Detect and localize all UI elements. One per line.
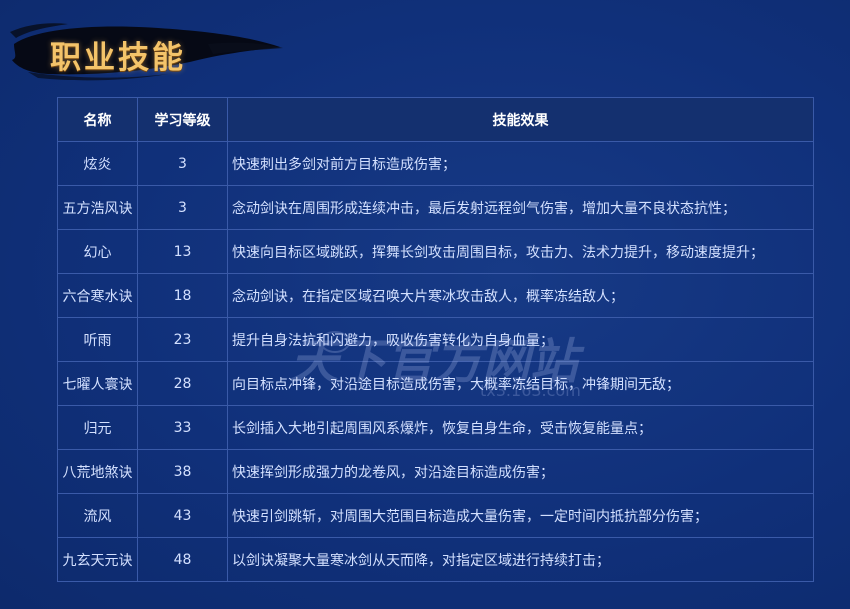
table-row: 幻心 13 快速向目标区域跳跃，挥舞长剑攻击周围目标，攻击力、法术力提升，移动速… — [57, 229, 814, 274]
skill-effect: 快速引剑跳斩，对周围大范围目标造成大量伤害，一定时间内抵抗部分伤害； — [227, 493, 814, 538]
skill-effect: 念动剑诀，在指定区域召唤大片寒冰攻击敌人，概率冻结敌人； — [227, 273, 814, 318]
skill-effect: 向目标点冲锋，对沿途目标造成伤害，大概率冻结目标，冲锋期间无敌； — [227, 361, 814, 406]
title-banner: 职业技能 — [8, 14, 283, 82]
skill-effect: 快速向目标区域跳跃，挥舞长剑攻击周围目标，攻击力、法术力提升，移动速度提升； — [227, 229, 814, 274]
table-row: 八荒地煞诀 38 快速挥剑形成强力的龙卷风，对沿途目标造成伤害； — [57, 449, 814, 494]
skill-name: 五方浩风诀 — [57, 185, 138, 230]
skill-level: 33 — [137, 405, 228, 450]
skill-effect: 快速刺出多剑对前方目标造成伤害； — [227, 141, 814, 186]
skill-table: 名称 学习等级 技能效果 炫炎 3 快速刺出多剑对前方目标造成伤害； 五方浩风诀… — [57, 97, 814, 582]
skill-effect: 提升自身法抗和闪避力，吸收伤害转化为自身血量； — [227, 317, 814, 362]
skill-level: 43 — [137, 493, 228, 538]
skill-effect: 长剑插入大地引起周围风系爆炸，恢复自身生命，受击恢复能量点； — [227, 405, 814, 450]
table-header-row: 名称 学习等级 技能效果 — [57, 97, 814, 142]
skill-level: 18 — [137, 273, 228, 318]
skill-name: 六合寒水诀 — [57, 273, 138, 318]
skill-name: 七曜人寰诀 — [57, 361, 138, 406]
table-row: 九玄天元诀 48 以剑诀凝聚大量寒冰剑从天而降，对指定区域进行持续打击； — [57, 537, 814, 582]
skill-level: 3 — [137, 141, 228, 186]
header-effect: 技能效果 — [227, 97, 814, 142]
header-name: 名称 — [57, 97, 138, 142]
skill-name: 炫炎 — [57, 141, 138, 186]
skill-effect: 念动剑诀在周围形成连续冲击，最后发射远程剑气伤害，增加大量不良状态抗性； — [227, 185, 814, 230]
table-row: 归元 33 长剑插入大地引起周围风系爆炸，恢复自身生命，受击恢复能量点； — [57, 405, 814, 450]
page: 职业技能 名称 学习等级 技能效果 炫炎 3 快速刺出多剑对前方目标造成伤害； … — [0, 0, 850, 609]
skill-effect: 以剑诀凝聚大量寒冰剑从天而降，对指定区域进行持续打击； — [227, 537, 814, 582]
skill-level: 23 — [137, 317, 228, 362]
skill-name: 幻心 — [57, 229, 138, 274]
table-row: 听雨 23 提升自身法抗和闪避力，吸收伤害转化为自身血量； — [57, 317, 814, 362]
skill-name: 八荒地煞诀 — [57, 449, 138, 494]
skill-level: 48 — [137, 537, 228, 582]
skill-name: 流风 — [57, 493, 138, 538]
skill-level: 13 — [137, 229, 228, 274]
skill-effect: 快速挥剑形成强力的龙卷风，对沿途目标造成伤害； — [227, 449, 814, 494]
table-row: 五方浩风诀 3 念动剑诀在周围形成连续冲击，最后发射远程剑气伤害，增加大量不良状… — [57, 185, 814, 230]
skill-name: 九玄天元诀 — [57, 537, 138, 582]
table-row: 炫炎 3 快速刺出多剑对前方目标造成伤害； — [57, 141, 814, 186]
skill-level: 38 — [137, 449, 228, 494]
skill-name: 听雨 — [57, 317, 138, 362]
table-row: 流风 43 快速引剑跳斩，对周围大范围目标造成大量伤害，一定时间内抵抗部分伤害； — [57, 493, 814, 538]
skill-level: 28 — [137, 361, 228, 406]
skill-level: 3 — [137, 185, 228, 230]
page-title: 职业技能 — [50, 40, 186, 76]
header-level: 学习等级 — [137, 97, 228, 142]
table-row: 七曜人寰诀 28 向目标点冲锋，对沿途目标造成伤害，大概率冻结目标，冲锋期间无敌… — [57, 361, 814, 406]
table-row: 六合寒水诀 18 念动剑诀，在指定区域召唤大片寒冰攻击敌人，概率冻结敌人； — [57, 273, 814, 318]
skill-name: 归元 — [57, 405, 138, 450]
